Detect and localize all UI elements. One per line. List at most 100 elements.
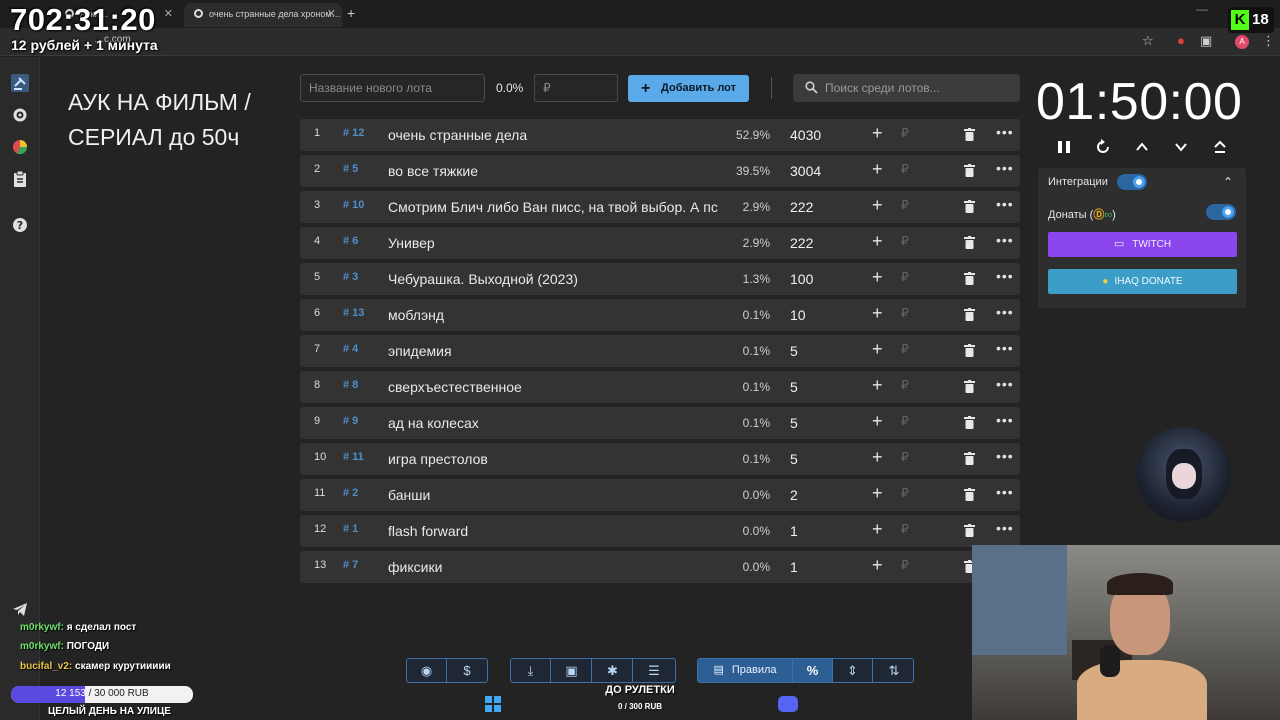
windows-logo-icon[interactable] — [485, 696, 501, 712]
restart-icon[interactable] — [1094, 138, 1112, 156]
lot-row[interactable]: 6 # 13 моблэнд 0.1% 10 + ₽ ••• — [300, 299, 1020, 331]
integrations-toggle[interactable] — [1117, 174, 1147, 190]
add-amount-input[interactable]: ₽ — [901, 414, 909, 428]
more-options-icon[interactable]: ••• — [996, 412, 1014, 428]
add-amount-button[interactable]: + — [872, 267, 883, 288]
lot-amount[interactable]: 1 — [790, 523, 798, 539]
lot-name[interactable]: банши — [388, 487, 720, 503]
lot-name[interactable]: моблэнд — [388, 307, 720, 323]
add-amount-input[interactable]: ₽ — [901, 486, 909, 500]
save-icon[interactable]: ▣ — [552, 659, 592, 682]
chevron-down-icon[interactable] — [1172, 138, 1190, 156]
add-amount-input[interactable]: ₽ — [901, 270, 909, 284]
discord-icon[interactable] — [778, 696, 798, 712]
lot-name[interactable]: Чебурашка. Выходной (2023) — [388, 271, 720, 287]
more-options-icon[interactable]: ••• — [996, 520, 1014, 536]
add-amount-input[interactable]: ₽ — [901, 126, 909, 140]
sort-icon[interactable]: ⇅ — [874, 659, 914, 682]
double-chevron-up-icon[interactable] — [1211, 138, 1229, 156]
delete-icon[interactable] — [964, 488, 975, 501]
extension-icon[interactable]: ● — [1177, 33, 1185, 48]
lot-name[interactable]: flash forward — [388, 523, 720, 539]
more-options-icon[interactable]: ••• — [996, 232, 1014, 248]
lot-id[interactable]: # 3 — [343, 271, 358, 283]
lot-id[interactable]: # 13 — [343, 307, 364, 319]
more-options-icon[interactable]: ••• — [996, 160, 1014, 176]
lot-amount[interactable]: 4030 — [790, 127, 821, 143]
lot-id[interactable]: # 8 — [343, 379, 358, 391]
lot-name[interactable]: фиксики — [388, 559, 720, 575]
add-amount-input[interactable]: ₽ — [901, 234, 909, 248]
more-options-icon[interactable]: ••• — [996, 484, 1014, 500]
lot-id[interactable]: # 1 — [343, 523, 358, 535]
more-options-icon[interactable]: ••• — [996, 196, 1014, 212]
delete-icon[interactable] — [964, 200, 975, 213]
add-amount-input[interactable]: ₽ — [901, 450, 909, 464]
help-icon[interactable]: ? — [11, 216, 29, 234]
delete-icon[interactable] — [964, 416, 975, 429]
lot-name[interactable]: сверхъестественное — [388, 379, 720, 395]
lot-id[interactable]: # 7 — [343, 559, 358, 571]
pause-icon[interactable] — [1055, 138, 1073, 156]
close-tab-icon[interactable]: ✕ — [164, 3, 173, 25]
lot-row[interactable]: 7 # 4 эпидемия 0.1% 5 + ₽ ••• — [300, 335, 1020, 367]
bug-icon[interactable]: ✱ — [593, 659, 633, 682]
lot-name[interactable]: Универ — [388, 235, 720, 251]
add-amount-input[interactable]: ₽ — [901, 522, 909, 536]
add-amount-input[interactable]: ₽ — [901, 342, 909, 356]
delete-icon[interactable] — [964, 380, 975, 393]
lot-name[interactable]: Смотрим Блич либо Ван писс, на твой выбо… — [388, 199, 720, 215]
download-icon[interactable]: ⤓ — [511, 659, 551, 682]
more-options-icon[interactable]: ••• — [996, 124, 1014, 140]
lot-amount[interactable]: 5 — [790, 379, 798, 395]
lot-amount[interactable]: 5 — [790, 343, 798, 359]
lot-row[interactable]: 10 # 11 игра престолов 0.1% 5 + ₽ ••• — [300, 443, 1020, 475]
lot-name[interactable]: во все тяжкие — [388, 163, 720, 179]
lot-name[interactable]: игра престолов — [388, 451, 720, 467]
pie-chart-icon[interactable] — [11, 138, 29, 156]
more-options-icon[interactable]: ••• — [996, 376, 1014, 392]
twitch-button[interactable]: ▭ TWITCH — [1048, 232, 1237, 257]
lot-amount[interactable]: 100 — [790, 271, 813, 287]
delete-icon[interactable] — [964, 272, 975, 285]
new-tab-icon[interactable]: + — [347, 5, 355, 21]
lot-amount[interactable]: 1 — [790, 559, 798, 575]
lot-id[interactable]: # 9 — [343, 415, 358, 427]
lot-id[interactable]: # 2 — [343, 487, 358, 499]
lot-row[interactable]: 9 # 9 ад на колесах 0.1% 5 + ₽ ••• — [300, 407, 1020, 439]
delete-icon[interactable] — [964, 308, 975, 321]
lot-row[interactable]: 11 # 2 банши 0.0% 2 + ₽ ••• — [300, 479, 1020, 511]
more-options-icon[interactable]: ••• — [996, 340, 1014, 356]
address-bar[interactable]: …c.com — [0, 28, 1280, 56]
add-amount-button[interactable]: + — [872, 519, 883, 540]
donate-dollar-icon[interactable]: $ — [447, 659, 487, 682]
add-amount-button[interactable]: + — [872, 123, 883, 144]
more-options-icon[interactable]: ••• — [996, 268, 1014, 284]
lot-row[interactable]: 3 # 10 Смотрим Блич либо Ван писс, на твой… — [300, 191, 1020, 223]
lot-row[interactable]: 1 # 12 очень странные дела 52.9% 4030 + ₽ ••• — [300, 119, 1020, 151]
percent-toggle-button[interactable]: % — [793, 659, 833, 682]
lot-amount[interactable]: 10 — [790, 307, 806, 323]
add-amount-input[interactable]: ₽ — [901, 558, 909, 572]
lot-name[interactable]: ад на колесах — [388, 415, 720, 431]
lot-row[interactable]: 8 # 8 сверхъестественное 0.1% 5 + ₽ ••• — [300, 371, 1020, 403]
gavel-icon[interactable] — [11, 74, 29, 92]
github-icon[interactable]: ◉ — [407, 659, 447, 682]
lot-row[interactable]: 13# 7фиксики0.0%1+₽••• — [300, 551, 1020, 583]
lot-row[interactable]: 12 # 1 flash forward 0.0% 1 + ₽ ••• — [300, 515, 1020, 547]
lot-name[interactable]: эпидемия — [388, 343, 720, 359]
lot-row[interactable]: 2 # 5 во все тяжкие 39.5% 3004 + ₽ ••• — [300, 155, 1020, 187]
more-options-icon[interactable]: ••• — [996, 448, 1014, 464]
compact-view-icon[interactable]: ⇕ — [833, 659, 873, 682]
lot-amount[interactable]: 222 — [790, 199, 813, 215]
delete-icon[interactable] — [964, 344, 975, 357]
bookmark-star-icon[interactable]: ☆ — [1142, 33, 1154, 49]
delete-icon[interactable] — [964, 236, 975, 249]
add-amount-button[interactable]: + — [872, 303, 883, 324]
add-amount-button[interactable]: + — [872, 195, 883, 216]
add-amount-button[interactable]: + — [872, 339, 883, 360]
add-amount-button[interactable]: + — [872, 447, 883, 468]
delete-icon[interactable] — [964, 524, 975, 537]
collapse-icon[interactable]: ⌃ — [1223, 175, 1233, 189]
add-amount-button[interactable]: + — [872, 483, 883, 504]
